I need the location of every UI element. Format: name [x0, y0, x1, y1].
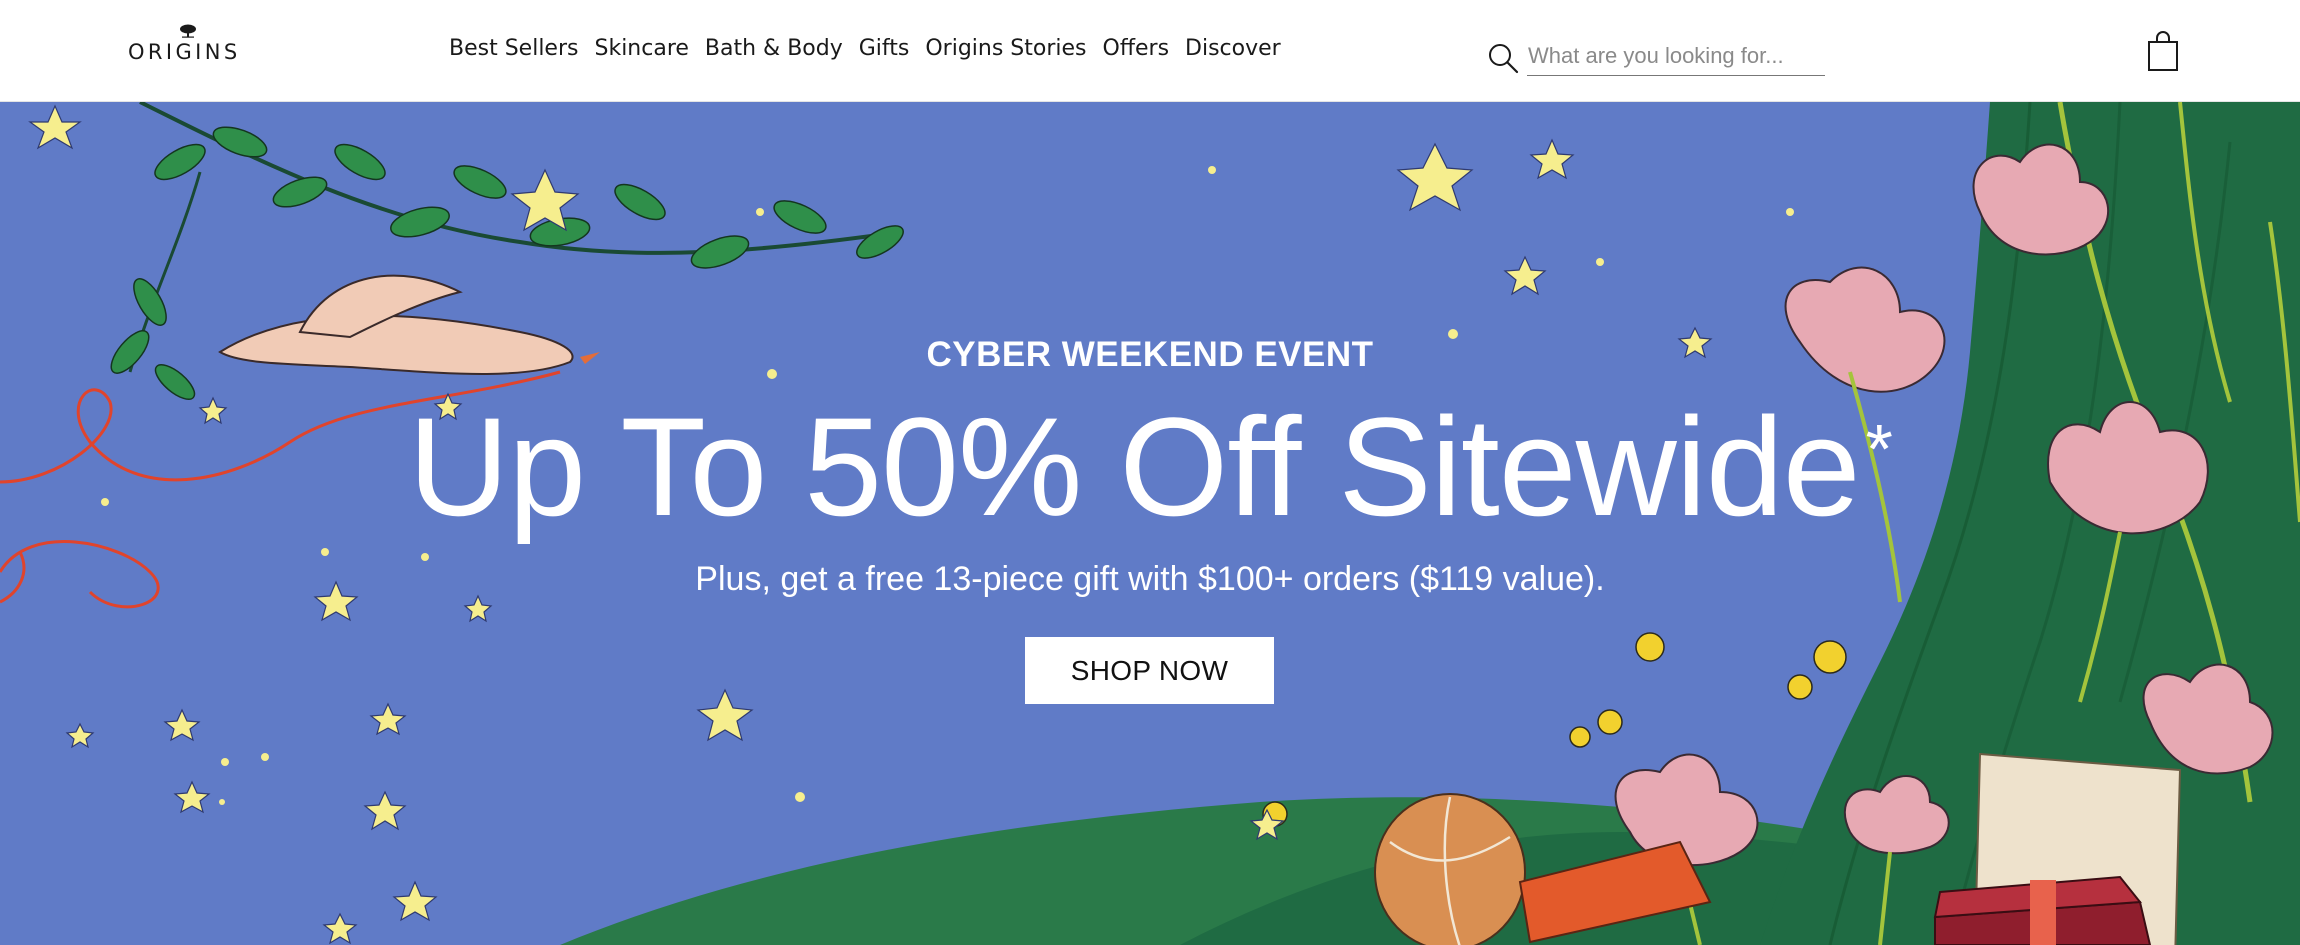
hero-banner: CYBER WEEKEND EVENT Up To 50% Off Sitewi…	[0, 102, 2300, 945]
shopping-bag-icon[interactable]	[2146, 30, 2180, 72]
hero-headline: Up To 50% Off Sitewide*	[380, 387, 1920, 547]
nav-list: Best Sellers Skincare Bath & Body Gifts …	[449, 31, 1281, 65]
nav-gifts[interactable]: Gifts	[859, 36, 910, 61]
nav-bath-body[interactable]: Bath & Body	[705, 36, 843, 61]
search-bar	[1487, 38, 1825, 78]
nav-skincare[interactable]: Skincare	[594, 36, 688, 61]
hero-headline-text: Up To 50% Off Sitewide	[408, 388, 1860, 545]
site-header: ORIGINS Best Sellers Skincare Bath & Bod…	[0, 0, 2300, 102]
hero-subline: Plus, get a free 13-piece gift with $100…	[695, 560, 1605, 598]
search-icon[interactable]	[1487, 42, 1519, 74]
tree-logo-icon	[180, 24, 196, 38]
nav-discover[interactable]: Discover	[1185, 36, 1281, 61]
nav-offers[interactable]: Offers	[1103, 36, 1170, 61]
origins-logo[interactable]: ORIGINS	[128, 24, 248, 68]
nav-best-sellers[interactable]: Best Sellers	[449, 36, 578, 61]
hero-content: CYBER WEEKEND EVENT Up To 50% Off Sitewi…	[0, 102, 2300, 945]
shop-now-button[interactable]: SHOP NOW	[1025, 637, 1274, 704]
nav-origins-stories[interactable]: Origins Stories	[925, 36, 1086, 61]
logo-wordmark: ORIGINS	[128, 40, 241, 64]
hero-eyebrow: CYBER WEEKEND EVENT	[926, 335, 1374, 374]
search-input[interactable]	[1527, 38, 1825, 76]
headline-asterisk: *	[1865, 410, 1893, 488]
